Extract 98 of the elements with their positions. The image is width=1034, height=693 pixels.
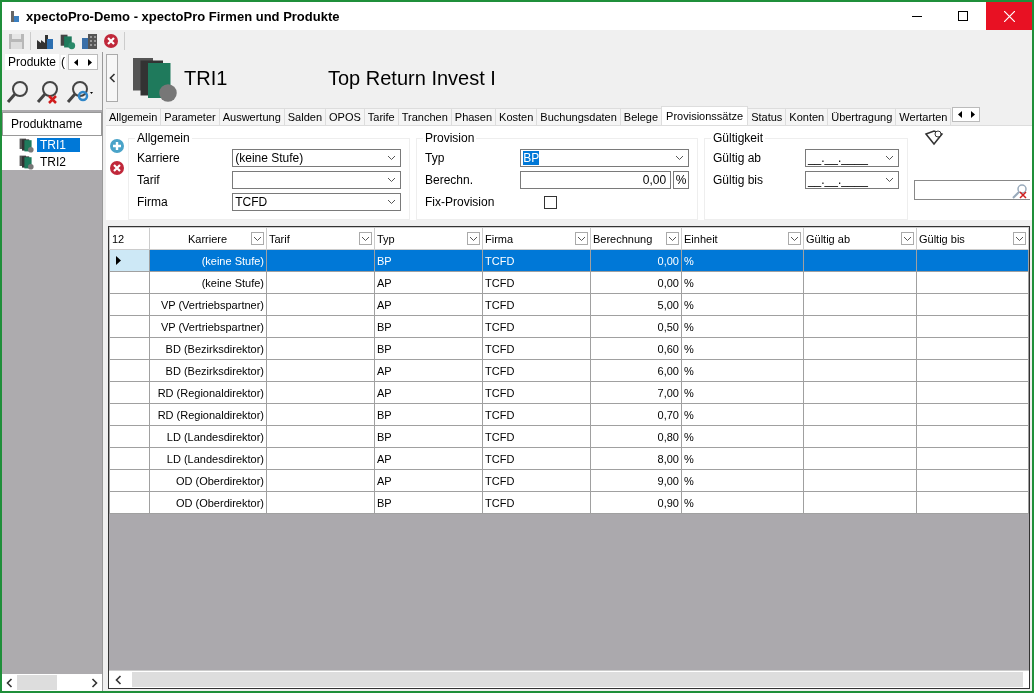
scroll-left-icon[interactable]: [115, 674, 122, 685]
group-title: Provision: [423, 131, 477, 145]
tab[interactable]: Belege: [619, 108, 663, 125]
cancel-icon[interactable]: [103, 33, 119, 49]
tab[interactable]: Allgemein: [106, 108, 162, 125]
field-label: Berechn.: [425, 173, 475, 187]
field-label: Gültig bis: [713, 173, 765, 187]
row-pointer-icon: [116, 255, 121, 265]
date-field[interactable]: __.__.____: [804, 171, 899, 189]
search-icon[interactable]: [6, 80, 30, 104]
chevron-down-icon[interactable]: [675, 155, 684, 161]
column-header[interactable]: Berechnung: [590, 227, 682, 250]
field-label: Tarif: [137, 173, 161, 187]
table-row[interactable]: (keine Stufe) AP TCFD 0,00 %: [109, 271, 1029, 294]
table-row[interactable]: LD (Landesdirektor) BP TCFD 0,80 %: [109, 425, 1029, 448]
table-row[interactable]: (keine Stufe) BP TCFD 0,00 %: [109, 249, 1029, 272]
factory-icon[interactable]: [36, 32, 54, 50]
scroll-left-icon[interactable]: [6, 677, 13, 688]
chevron-down-icon[interactable]: [387, 199, 396, 205]
tab[interactable]: Kosten: [495, 108, 538, 125]
delete-icon[interactable]: [109, 160, 125, 176]
close-icon: [1003, 10, 1015, 22]
field-label: Fix-Provision: [425, 195, 496, 209]
table-row[interactable]: LD (Landesdirektor) AP TCFD 8,00 %: [109, 447, 1029, 470]
column-header[interactable]: Einheit: [681, 227, 804, 250]
collapse-button[interactable]: [106, 54, 118, 102]
tab[interactable]: Wertarten: [895, 108, 952, 125]
date-field[interactable]: __.__.____: [804, 149, 899, 167]
row-count: 12: [109, 227, 150, 250]
chevron-down-icon[interactable]: [885, 155, 894, 161]
chevron-down-icon[interactable]: [387, 155, 396, 161]
chevron-down-icon[interactable]: [885, 177, 894, 183]
chevron-down-icon[interactable]: [387, 177, 396, 183]
tab[interactable]: Phasen: [450, 108, 497, 125]
table-row[interactable]: OD (Oberdirektor) BP TCFD 0,90 %: [109, 491, 1029, 514]
window-title: xpectoPro-Demo - xpectoPro Firmen und Produkte: [26, 8, 341, 24]
table-row[interactable]: RD (Regionaldirektor) AP TCFD 7,00 %: [109, 381, 1029, 404]
table-row[interactable]: BD (Bezirksdirektor) BP TCFD 0,60 %: [109, 337, 1029, 360]
dropdown-field[interactable]: BP: [520, 149, 689, 167]
tab[interactable]: Tranchen: [397, 108, 452, 125]
field-label: Gültig ab: [713, 151, 763, 165]
maximize-icon: [958, 11, 968, 21]
table-row[interactable]: RD (Regionaldirektor) BP TCFD 0,70 %: [109, 403, 1029, 426]
table-row[interactable]: VP (Vertriebspartner) BP TCFD 0,50 %: [109, 315, 1029, 338]
column-header[interactable]: Gültig ab: [803, 227, 917, 250]
tab[interactable]: Auswertung: [218, 108, 285, 125]
column-header[interactable]: Karriere: [149, 227, 267, 250]
tab[interactable]: Provisionssätze: [661, 106, 749, 125]
field-label: Karriere: [137, 151, 181, 165]
field-label: Typ: [425, 151, 446, 165]
product-code: TRI1: [184, 66, 229, 90]
building-icon[interactable]: [81, 32, 98, 50]
clear-search-icon[interactable]: [1012, 183, 1028, 199]
product-name: Top Return Invest I: [328, 66, 496, 90]
tab[interactable]: Übertragung: [827, 108, 897, 125]
app-icon: [10, 9, 20, 23]
book-icon: [18, 136, 34, 153]
tab[interactable]: Konten: [785, 108, 829, 125]
table-row[interactable]: OD (Oberdirektor) AP TCFD 9,00 %: [109, 469, 1029, 492]
column-header[interactable]: Tarif: [266, 227, 375, 250]
tab[interactable]: Status: [747, 108, 787, 125]
table-row[interactable]: BD (Bezirksdirektor) AP TCFD 6,00 %: [109, 359, 1029, 382]
checkbox[interactable]: [544, 195, 557, 209]
dropdown-field[interactable]: (keine Stufe): [232, 149, 401, 167]
dropdown-field[interactable]: [232, 171, 401, 189]
tree-item[interactable]: TRI1: [2, 136, 102, 153]
tab[interactable]: Buchungsdaten: [536, 108, 621, 125]
field-label: Firma: [137, 195, 169, 209]
horizontal-scrollbar[interactable]: [109, 670, 1029, 688]
triangle-left-icon[interactable]: [957, 111, 962, 118]
horizontal-scrollbar[interactable]: [2, 674, 102, 691]
dropdown-field[interactable]: TCFD: [232, 193, 401, 211]
column-header[interactable]: Gültig bis: [916, 227, 1029, 250]
chevron-left-icon[interactable]: [108, 73, 116, 83]
tab[interactable]: Salden: [283, 108, 327, 125]
tab[interactable]: Tarife: [363, 108, 399, 125]
tab[interactable]: Parameter: [160, 108, 220, 125]
column-header[interactable]: Produktname: [2, 112, 102, 136]
clear-search-icon[interactable]: [36, 80, 60, 104]
triangle-right-icon[interactable]: [970, 111, 975, 118]
triangle-left-icon[interactable]: [74, 58, 78, 66]
table-row[interactable]: VP (Vertriebspartner) AP TCFD 5,00 %: [109, 293, 1029, 316]
scroll-right-icon[interactable]: [91, 677, 98, 688]
panel-tab[interactable]: (: [61, 55, 66, 69]
group-title: Allgemein: [135, 131, 192, 145]
column-header[interactable]: Typ: [374, 227, 483, 250]
group-title: Gültigkeit: [711, 131, 766, 145]
triangle-right-icon[interactable]: [88, 58, 92, 66]
book-icon: [18, 153, 34, 170]
unit-button[interactable]: %: [673, 171, 689, 189]
search-field[interactable]: [914, 180, 1030, 200]
add-icon[interactable]: [109, 138, 125, 154]
column-header[interactable]: Firma: [482, 227, 591, 250]
panel-tab[interactable]: Produkte: [5, 54, 60, 70]
tree-item[interactable]: TRI2: [2, 153, 102, 170]
search-settings-icon[interactable]: [66, 80, 94, 104]
tab[interactable]: OPOS: [325, 108, 365, 125]
input-field[interactable]: 0,00: [520, 171, 672, 189]
